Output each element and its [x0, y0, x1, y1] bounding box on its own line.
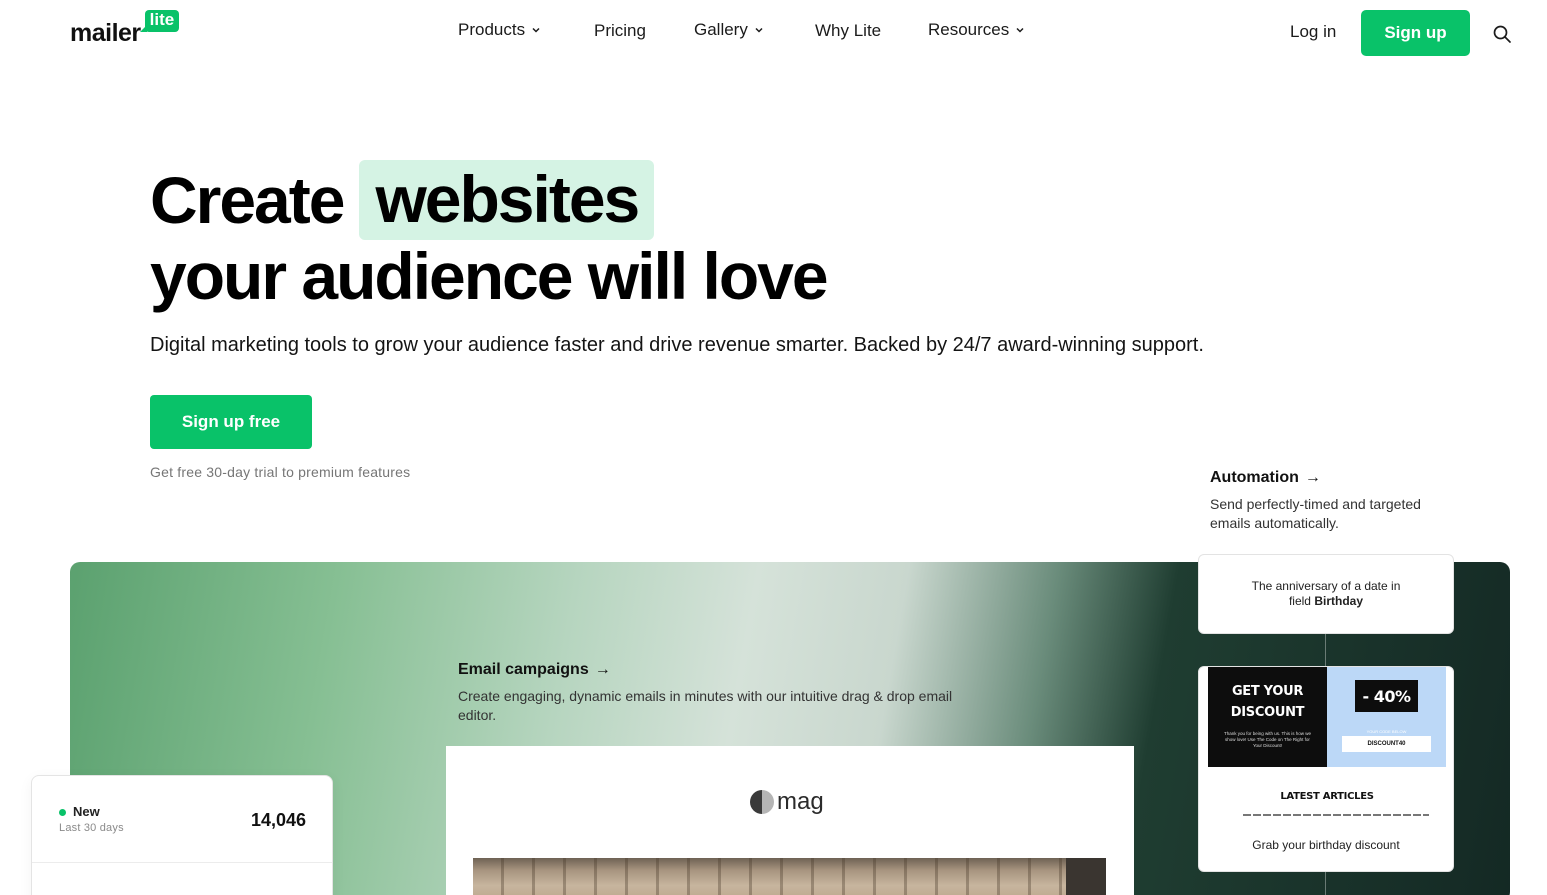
trigger-field-line: field Birthday: [1289, 594, 1363, 609]
hero-title-line-1: Create websites: [150, 160, 655, 240]
stat-period: Last 30 days: [59, 822, 124, 834]
automation-email-preview: GET YOUR DISCOUNT Thank you for being wi…: [1198, 666, 1454, 872]
nav-item-label: Resources: [928, 20, 1010, 39]
status-dot-icon: [59, 809, 66, 816]
mag-logo-icon: [750, 790, 774, 814]
image-shadow: [1066, 858, 1106, 895]
latest-articles-heading: LATEST ARTICLES: [1280, 791, 1374, 802]
discount-headline: GET YOUR DISCOUNT: [1208, 681, 1327, 723]
discount-headline-2: DISCOUNT: [1230, 705, 1305, 720]
article-text-lines: [1243, 814, 1429, 816]
search-icon[interactable]: [1492, 24, 1512, 44]
nav-item-why-lite[interactable]: Why Lite: [815, 21, 881, 41]
nav-item-products[interactable]: Products: [458, 20, 541, 40]
discount-block: GET YOUR DISCOUNT Thank you for being wi…: [1208, 667, 1327, 767]
arrow-right-icon: →: [1304, 469, 1321, 486]
nav-item-gallery[interactable]: Gallery: [694, 20, 764, 40]
stat-label: New: [73, 804, 100, 819]
email-campaigns-feature-link[interactable]: Email campaigns →: [458, 661, 611, 679]
discount-code: DISCOUNT40: [1342, 736, 1431, 752]
nav-item-label: Why Lite: [815, 21, 882, 40]
signup-free-button[interactable]: Sign up free: [150, 395, 312, 449]
mag-logo-text: mag: [777, 788, 824, 815]
discount-body: Thank you for being with us. This is how…: [1224, 731, 1311, 748]
email-preview-body: GET YOUR DISCOUNT Thank you for being wi…: [1208, 667, 1446, 817]
divider: [32, 862, 332, 863]
chevron-down-icon: [754, 25, 764, 35]
nav-item-label: Gallery: [694, 20, 748, 39]
automation-feature-link[interactable]: Automation →: [1210, 469, 1321, 487]
email-hero-image: [473, 858, 1106, 895]
nav-item-resources[interactable]: Resources: [928, 20, 1025, 40]
chevron-down-icon: [531, 25, 541, 35]
nav-item-label: Products: [458, 20, 526, 39]
discount-headline-1: GET YOUR: [1231, 684, 1304, 699]
email-campaigns-title: Email campaigns: [458, 661, 589, 678]
trial-note: Get free 30-day trial to premium feature…: [150, 464, 411, 480]
nav-item-label: Pricing: [594, 21, 646, 40]
trigger-text: The anniversary of a date in: [1251, 579, 1401, 593]
code-label: YOUR CODE BELOW: [1366, 729, 1407, 734]
automation-title: Automation: [1210, 469, 1299, 486]
automation-description: Send perfectly-timed and targeted emails…: [1210, 496, 1421, 531]
stat-value: 14,046: [250, 810, 306, 830]
subscribers-stat-card: New Last 30 days 14,046: [31, 775, 333, 895]
discount-percent-badge: - 40%: [1355, 680, 1418, 712]
image-texture: [473, 858, 1106, 895]
hero-title-part1: Create: [150, 163, 345, 237]
signup-button[interactable]: Sign up: [1361, 10, 1470, 56]
mag-logo: mag: [750, 788, 824, 816]
hero-title-line-2: your audience will love: [150, 239, 829, 313]
hero-title-highlight: websites: [359, 160, 655, 240]
chevron-down-icon: [1015, 25, 1025, 35]
hero-subtitle: Digital marketing tools to grow your aud…: [150, 334, 1204, 356]
nav-item-pricing[interactable]: Pricing: [594, 21, 646, 41]
discount-code-block: - 40% YOUR CODE BELOW DISCOUNT40: [1327, 667, 1446, 767]
login-link[interactable]: Log in: [1290, 22, 1336, 42]
trigger-field-name: Birthday: [1314, 594, 1364, 608]
email-preview-caption: Grab your birthday discount: [1252, 838, 1400, 852]
automation-trigger-card: The anniversary of a date in field Birth…: [1198, 554, 1454, 634]
arrow-right-icon: →: [594, 661, 611, 678]
email-campaigns-description: Create engaging, dynamic emails in minut…: [458, 688, 953, 723]
trigger-field-prefix: field: [1288, 594, 1315, 608]
